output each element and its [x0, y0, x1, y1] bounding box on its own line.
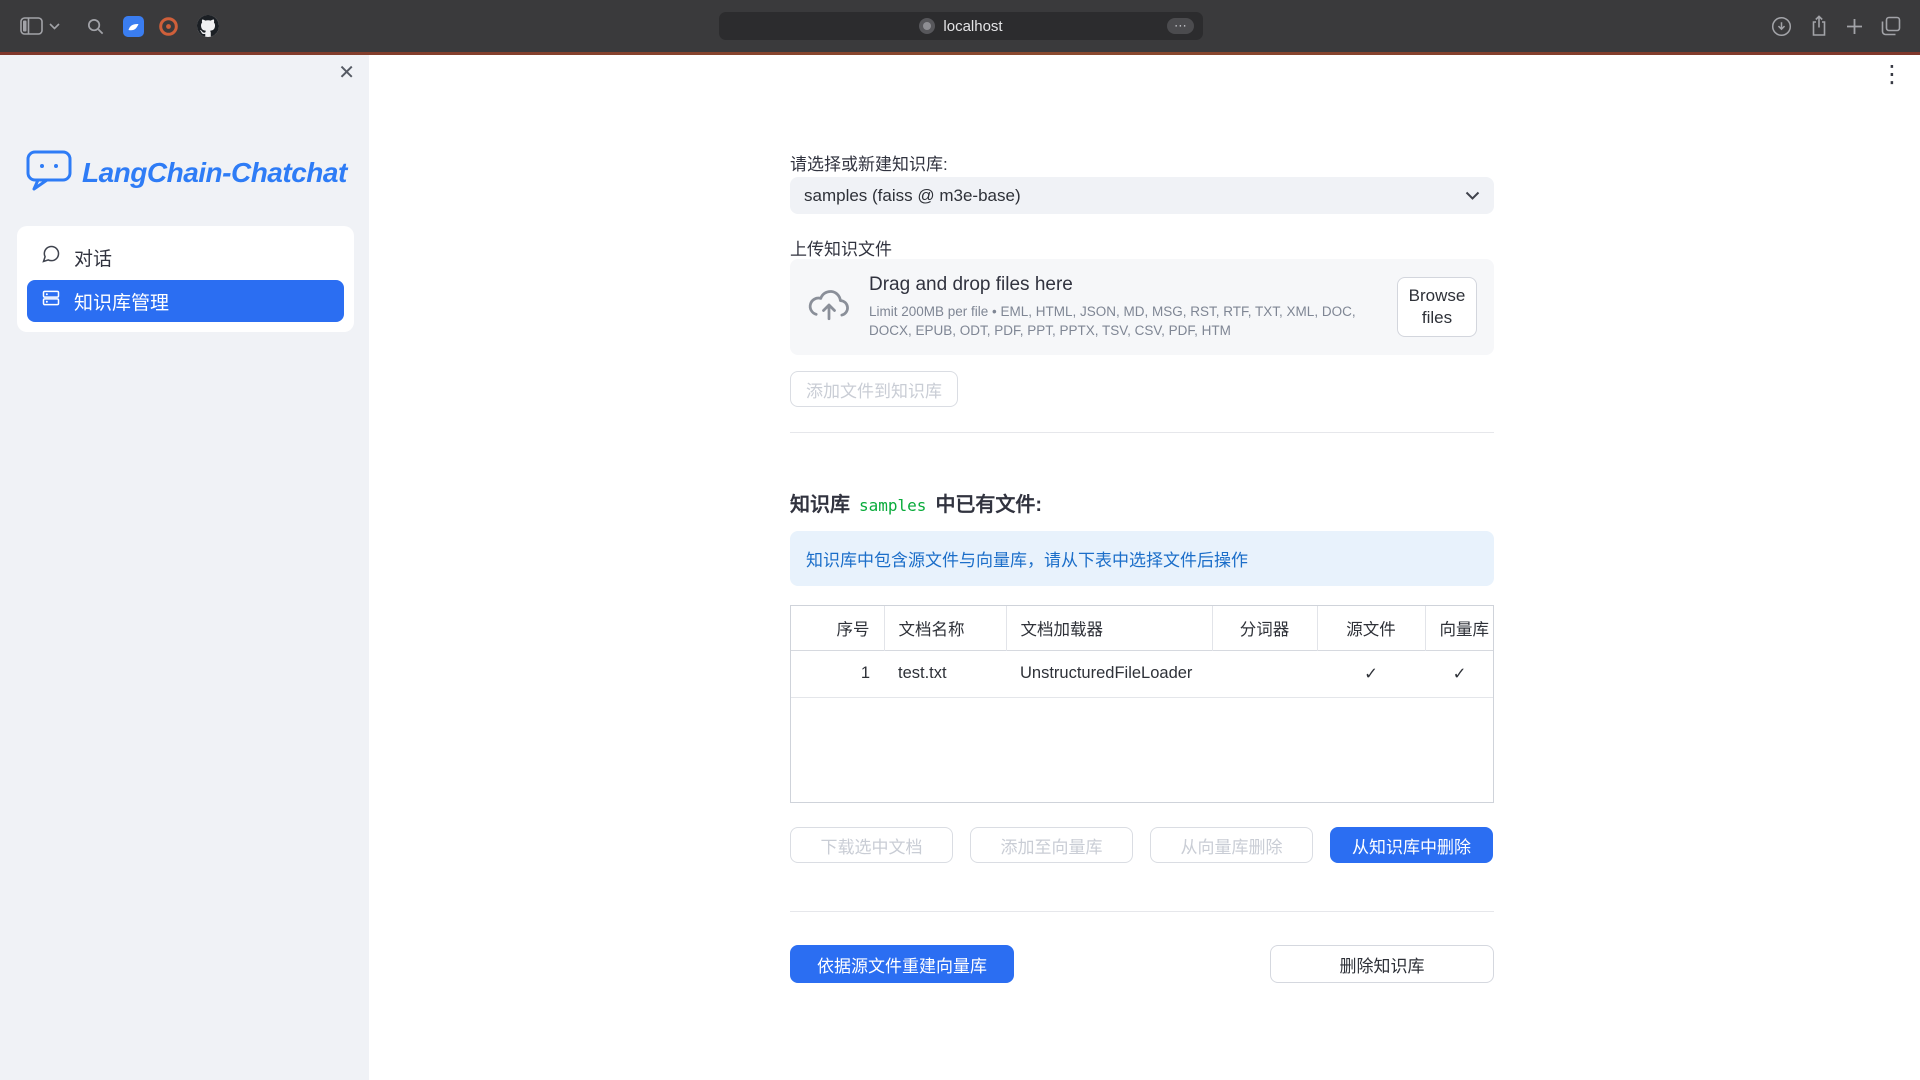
share-icon[interactable]	[1810, 15, 1828, 37]
add-to-vector-button[interactable]: 添加至向量库	[970, 827, 1133, 863]
cell-vector-check: ✓	[1425, 650, 1494, 697]
github-extension-icon[interactable]	[197, 15, 219, 37]
cell-loader: UnstructuredFileLoader	[1006, 650, 1212, 697]
cell-file-name: test.txt	[884, 650, 1006, 697]
file-dropzone[interactable]: Drag and drop files here Limit 200MB per…	[790, 259, 1494, 355]
divider	[790, 911, 1494, 912]
sidebar-item-label: 知识库管理	[74, 288, 169, 315]
kb-management-panel: 请选择或新建知识库: samples (faiss @ m3e-base) 上传…	[790, 55, 1494, 1080]
file-action-buttons: 下载选中文档 添加至向量库 从向量库删除 从知识库中删除	[790, 827, 1494, 863]
files-heading: 知识库 samples 中已有文件:	[790, 488, 1042, 517]
files-heading-prefix: 知识库	[790, 488, 850, 517]
cell-index: 1	[791, 650, 884, 697]
remove-from-vector-button[interactable]: 从向量库删除	[1150, 827, 1313, 863]
rebuild-vector-store-button[interactable]: 依据源文件重建向量库	[790, 945, 1014, 983]
table-row[interactable]: 1 test.txt UnstructuredFileLoader ✓ ✓	[791, 650, 1494, 697]
address-bar[interactable]: localhost ⋯	[719, 12, 1203, 40]
knowledge-base-icon	[41, 288, 61, 314]
downloads-icon[interactable]	[1771, 16, 1792, 37]
divider	[790, 432, 1494, 433]
sidebar-nav: 对话 知识库管理	[17, 226, 354, 332]
search-icon[interactable]	[86, 17, 105, 36]
download-selected-button[interactable]: 下载选中文档	[790, 827, 953, 863]
col-header-splitter: 分词器	[1212, 606, 1317, 650]
chevron-down-icon[interactable]	[49, 23, 60, 30]
dropzone-limit-text: Limit 200MB per file • EML, HTML, JSON, …	[869, 303, 1384, 341]
chat-bubble-icon	[41, 244, 61, 270]
page-menu-icon[interactable]: ⋮	[1880, 63, 1904, 87]
col-header-vector: 向量库	[1425, 606, 1494, 650]
add-files-to-kb-button[interactable]: 添加文件到知识库	[790, 371, 958, 407]
browser-toolbar: localhost ⋯	[0, 0, 1920, 52]
table-header-row: 序号 文档名称 文档加载器 分词器 源文件 向量库	[791, 606, 1494, 650]
upload-section-label: 上传知识文件	[790, 235, 892, 260]
kb-bottom-buttons: 依据源文件重建向量库 删除知识库	[790, 945, 1494, 983]
info-banner: 知识库中包含源文件与向量库，请从下表中选择文件后操作	[790, 531, 1494, 586]
kb-name-code: samples	[859, 496, 926, 515]
col-header-loader: 文档加载器	[1006, 606, 1212, 650]
delete-kb-button[interactable]: 删除知识库	[1270, 945, 1494, 983]
kb-selectbox[interactable]: samples (faiss @ m3e-base)	[790, 177, 1494, 214]
new-tab-icon[interactable]	[1846, 18, 1863, 35]
kb-selected-value: samples (faiss @ m3e-base)	[804, 186, 1021, 206]
address-bar-extensions-pill[interactable]: ⋯	[1167, 18, 1194, 34]
sidebar: ✕ LangChain-Chatchat 对话	[0, 55, 369, 1080]
col-header-name: 文档名称	[884, 606, 1006, 650]
app-logo: LangChain-Chatchat	[26, 149, 347, 196]
browse-files-button[interactable]: Browse files	[1397, 277, 1477, 337]
sidebar-item-dialogue[interactable]: 对话	[27, 236, 344, 278]
col-header-source: 源文件	[1317, 606, 1425, 650]
info-banner-text: 知识库中包含源文件与向量库，请从下表中选择文件后操作	[806, 546, 1248, 571]
app-page: ⋮ ✕ LangChain-Chatchat	[0, 55, 1920, 1080]
delete-from-kb-button[interactable]: 从知识库中删除	[1330, 827, 1493, 863]
site-favicon	[919, 18, 935, 34]
address-url: localhost	[943, 18, 1002, 35]
dropzone-title: Drag and drop files here	[869, 274, 1384, 296]
sidebar-item-label: 对话	[74, 244, 112, 271]
cloud-upload-icon	[807, 287, 851, 328]
tab-overview-icon[interactable]	[1881, 16, 1901, 36]
files-table: 序号 文档名称 文档加载器 分词器 源文件 向量库 1 test.txt Uns…	[790, 605, 1494, 803]
sidebar-close-icon[interactable]: ✕	[338, 63, 355, 83]
files-heading-suffix: 中已有文件:	[935, 488, 1042, 517]
kb-select-label: 请选择或新建知识库:	[790, 150, 948, 175]
extension-icon-2[interactable]	[158, 16, 179, 37]
cell-source-check: ✓	[1317, 650, 1425, 697]
logo-chat-bubble-icon	[26, 149, 72, 196]
dropzone-text: Drag and drop files here Limit 200MB per…	[869, 274, 1384, 341]
sidebar-item-kb-management[interactable]: 知识库管理	[27, 280, 344, 322]
cell-splitter	[1212, 650, 1317, 697]
chevron-down-icon	[1465, 191, 1480, 200]
sidebar-toggle-icon[interactable]	[20, 17, 43, 35]
extension-icon-1[interactable]	[123, 16, 144, 37]
col-header-index: 序号	[791, 606, 884, 650]
logo-text: LangChain-Chatchat	[82, 157, 347, 189]
